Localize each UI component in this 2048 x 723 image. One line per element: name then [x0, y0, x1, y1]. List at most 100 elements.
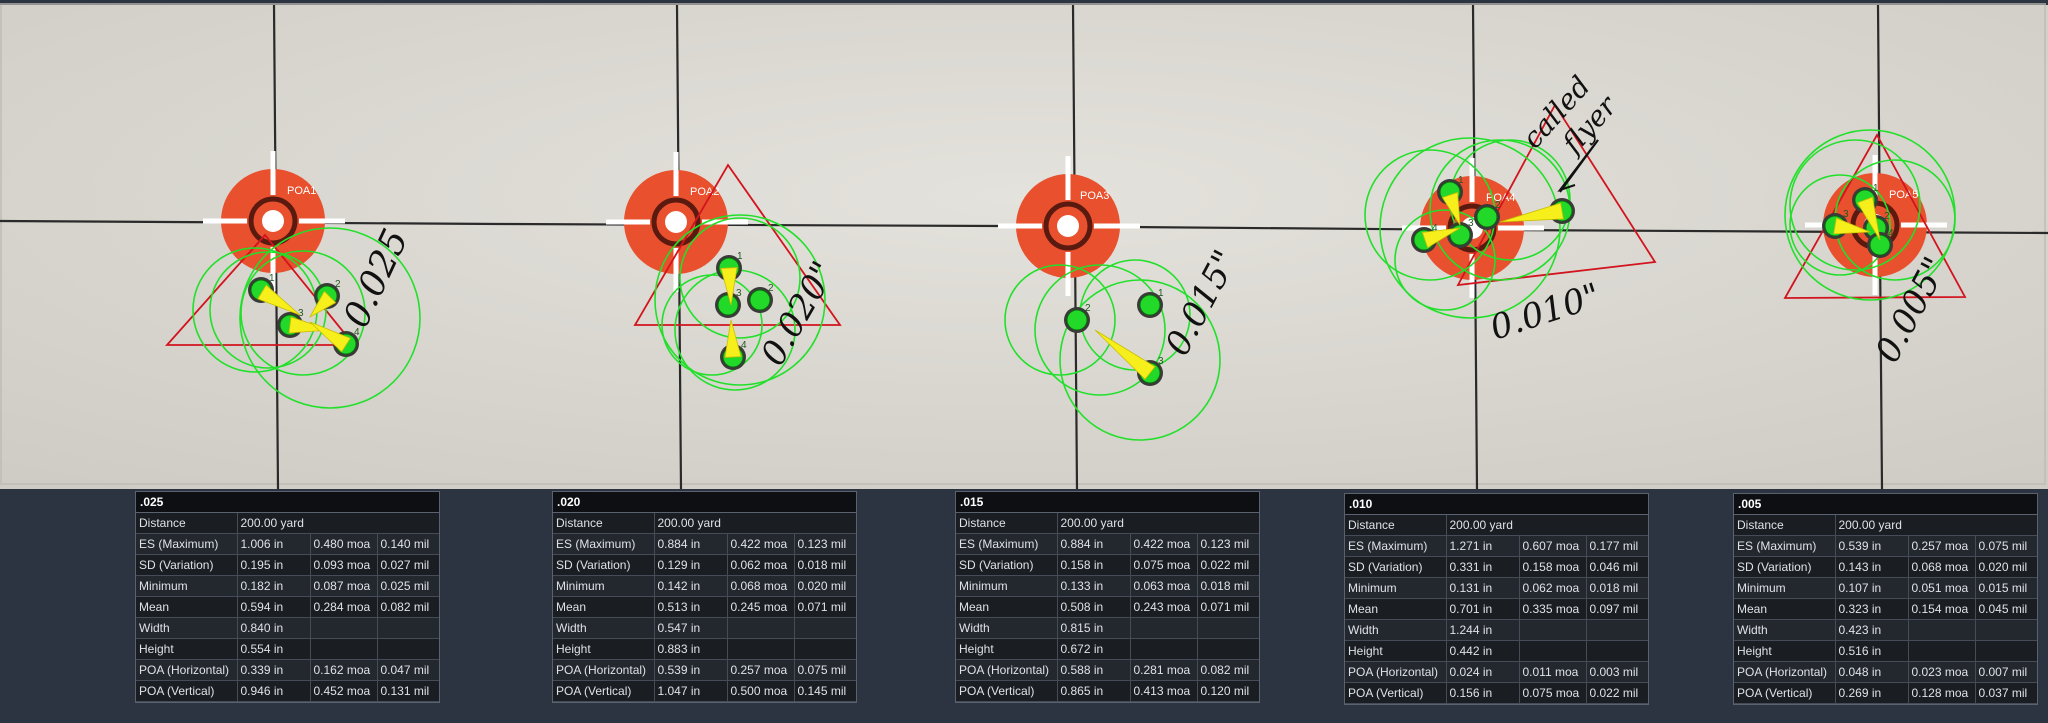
- row-value: 0.075 moa: [1130, 554, 1198, 576]
- table-row: SD (Variation) 0.158 in 0.075 moa 0.022 mil: [956, 554, 1259, 576]
- row-label: SD (Variation): [1734, 556, 1836, 578]
- row-value: 0.281 moa: [1130, 659, 1198, 681]
- stats-table: .010 Distance 200.00 yard ES (Maximum) 1.271…: [1345, 494, 1648, 704]
- row-value: 0.133 in: [1057, 575, 1131, 597]
- row-value: 0.022 mil: [1197, 554, 1259, 576]
- row-value: 0.452 moa: [310, 680, 378, 702]
- shot-number: 3: [736, 288, 742, 299]
- row-value: 0.051 moa: [1908, 577, 1976, 599]
- row-value: [377, 638, 439, 660]
- shot-number: 1: [737, 251, 743, 262]
- row-label: Height: [136, 638, 238, 660]
- row-value: 0.082 mil: [377, 596, 439, 618]
- row-label: POA (Vertical): [553, 680, 655, 702]
- row-value: 0.547 in: [654, 617, 728, 639]
- table-row: Distance 200.00 yard: [1734, 514, 2037, 536]
- poa-label: POA4: [1486, 192, 1515, 204]
- row-value: 0.120 mil: [1197, 680, 1259, 702]
- row-label: Mean: [136, 596, 238, 618]
- table-row: Distance 200.00 yard: [1345, 514, 1648, 536]
- row-value: 0.335 moa: [1519, 598, 1587, 620]
- row-value: 200.00 yard: [1057, 512, 1259, 534]
- row-value: 0.003 mil: [1586, 661, 1648, 683]
- row-label: Height: [1734, 640, 1836, 662]
- row-label: POA (Horizontal): [136, 659, 238, 681]
- table-row: Mean 0.508 in 0.243 moa 0.071 mil: [956, 596, 1259, 618]
- row-label: POA (Vertical): [1345, 682, 1447, 704]
- table-row: Width 0.547 in: [553, 617, 856, 639]
- row-value: 0.245 moa: [727, 596, 795, 618]
- row-value: 0.145 mil: [794, 680, 856, 702]
- table-row: POA (Vertical) 0.156 in 0.075 moa 0.022 mil: [1345, 682, 1648, 704]
- row-value: 0.884 in: [654, 533, 728, 555]
- table-row: POA (Vertical) 0.865 in 0.413 moa 0.120 mil: [956, 680, 1259, 702]
- row-label: POA (Horizontal): [1734, 661, 1836, 683]
- row-value: 0.588 in: [1057, 659, 1131, 681]
- row-value: 200.00 yard: [654, 512, 856, 534]
- row-label: Width: [1734, 619, 1836, 641]
- row-value: 0.015 mil: [1975, 577, 2037, 599]
- row-value: 0.513 in: [654, 596, 728, 618]
- row-value: 0.131 in: [1446, 577, 1520, 599]
- row-value: 200.00 yard: [1446, 514, 1648, 536]
- row-label: Width: [136, 617, 238, 639]
- table-row: Minimum 0.131 in 0.062 moa 0.018 mil: [1345, 577, 1648, 599]
- row-label: ES (Maximum): [136, 533, 238, 555]
- row-value: 0.027 mil: [377, 554, 439, 576]
- table-row: POA (Vertical) 1.047 in 0.500 moa 0.145 mil: [553, 680, 856, 702]
- shot-number: 2: [1495, 200, 1501, 211]
- row-value: 0.865 in: [1057, 680, 1131, 702]
- row-value: 0.128 moa: [1908, 682, 1976, 704]
- row-value: [727, 617, 795, 639]
- row-label: ES (Maximum): [1345, 535, 1447, 557]
- table-row: Minimum 0.142 in 0.068 moa 0.020 mil: [553, 575, 856, 597]
- row-value: 0.594 in: [237, 596, 311, 618]
- row-value: 0.018 mil: [794, 554, 856, 576]
- row-value: 0.045 mil: [1975, 598, 2037, 620]
- shot-number: 3: [1843, 209, 1849, 220]
- table-row: POA (Horizontal) 0.048 in 0.023 moa 0.007 m…: [1734, 661, 2037, 683]
- row-value: 0.123 mil: [1197, 533, 1259, 555]
- row-value: [310, 638, 378, 660]
- row-value: 0.413 moa: [1130, 680, 1198, 702]
- shot-number: 1: [1458, 175, 1464, 186]
- row-value: 0.131 mil: [377, 680, 439, 702]
- aim-center: [665, 211, 687, 233]
- row-label: POA (Horizontal): [956, 659, 1058, 681]
- row-value: 0.339 in: [237, 659, 311, 681]
- row-label: Minimum: [956, 575, 1058, 597]
- row-label: POA (Horizontal): [1345, 661, 1447, 683]
- table-row: SD (Variation) 0.129 in 0.062 moa 0.018 mil: [553, 554, 856, 576]
- shot-number: 2: [1085, 303, 1091, 314]
- row-value: 0.422 moa: [727, 533, 795, 555]
- row-value: [1975, 640, 2037, 662]
- stats-panel-2: .020 Distance 200.00 yard ES (Maximum) 0.884…: [552, 491, 857, 703]
- row-value: 1.047 in: [654, 680, 728, 702]
- table-row: Width 0.815 in: [956, 617, 1259, 639]
- stats-panel-5: .005 Distance 200.00 yard ES (Maximum) 0.539…: [1733, 493, 2038, 705]
- table-row: Minimum 0.182 in 0.087 moa 0.025 mil: [136, 575, 439, 597]
- row-value: 0.093 moa: [310, 554, 378, 576]
- row-value: [310, 617, 378, 639]
- shot-number: 1: [1873, 183, 1879, 194]
- panel-title: .005: [1734, 494, 2037, 515]
- row-value: 0.177 mil: [1586, 535, 1648, 557]
- table-row: ES (Maximum) 0.884 in 0.422 moa 0.123 mil: [553, 533, 856, 555]
- row-value: 0.946 in: [237, 680, 311, 702]
- shot-number: 4: [354, 327, 360, 338]
- panel-title: .010: [1345, 494, 1648, 515]
- row-value: 0.075 mil: [794, 659, 856, 681]
- row-value: 0.020 mil: [794, 575, 856, 597]
- row-value: [1519, 619, 1587, 641]
- row-value: [1130, 617, 1198, 639]
- stats-table: .015 Distance 200.00 yard ES (Maximum) 0.884…: [956, 492, 1259, 702]
- aim-center: [262, 210, 284, 232]
- row-value: 0.323 in: [1835, 598, 1909, 620]
- row-label: SD (Variation): [1345, 556, 1447, 578]
- table-row: Height 0.442 in: [1345, 640, 1648, 662]
- shot-marker: [749, 289, 771, 311]
- aim-center: [1057, 215, 1079, 237]
- shot-marker: [717, 294, 739, 316]
- row-value: 0.423 in: [1835, 619, 1909, 641]
- row-value: 0.062 moa: [1519, 577, 1587, 599]
